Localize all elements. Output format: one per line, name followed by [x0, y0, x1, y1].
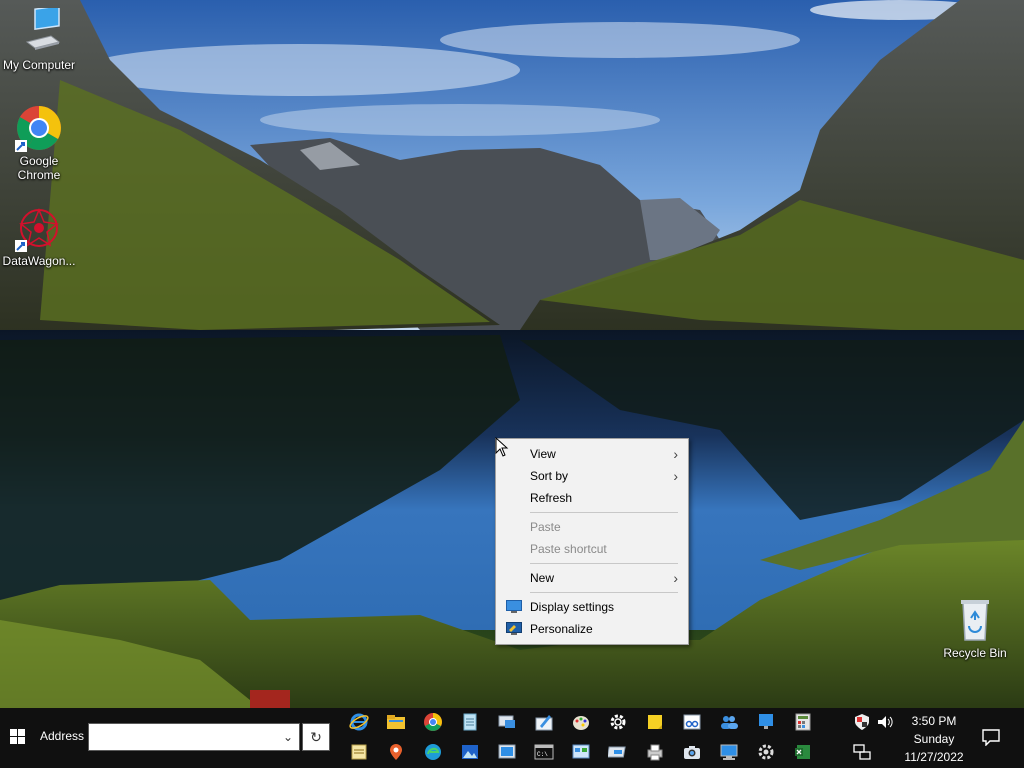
menu-item-display-settings[interactable]: Display settings [496, 596, 688, 618]
gear-icon[interactable] [756, 742, 776, 762]
calculator-icon[interactable] [793, 712, 813, 732]
address-toolbar-label: Address [40, 729, 85, 743]
settings-icon[interactable] [608, 712, 628, 732]
image-viewer-icon[interactable] [497, 742, 517, 762]
menu-item-personalize[interactable]: Personalize [496, 618, 688, 640]
menu-separator [530, 592, 678, 593]
printers-icon[interactable] [645, 742, 665, 762]
desktop-icon-label: Recycle Bin [943, 646, 1007, 660]
desktop-icon-datawagon[interactable]: DataWagon... [0, 204, 78, 268]
mouse-cursor-icon [495, 437, 509, 457]
desktop-icon-google-chrome[interactable]: Google Chrome [0, 104, 78, 182]
maps-icon[interactable] [386, 742, 406, 762]
menu-item-paste-shortcut: Paste shortcut [496, 538, 688, 560]
command-prompt-icon[interactable]: C:\ [534, 742, 554, 762]
control-panel-icon[interactable] [571, 742, 591, 762]
internet-explorer-icon[interactable] [349, 712, 369, 732]
snipping-tool-icon[interactable] [682, 712, 702, 732]
volume-icon[interactable] [876, 713, 894, 731]
svg-text:C:\: C:\ [537, 751, 548, 758]
clock-day: Sunday [913, 732, 955, 746]
desktop-icon-my-computer[interactable]: My Computer [0, 4, 78, 72]
computer-icon [15, 4, 63, 56]
menu-item-paste: Paste [496, 516, 688, 538]
network-icon[interactable] [719, 742, 739, 762]
chrome-icon[interactable] [423, 712, 443, 732]
chrome-icon [15, 104, 63, 152]
edge-icon[interactable] [423, 742, 443, 762]
display-settings-icon [506, 600, 522, 613]
notepad-icon[interactable] [460, 712, 480, 732]
chevron-right-icon: › [673, 468, 678, 484]
network-status-icon[interactable] [853, 743, 871, 761]
menu-item-label: Display settings [530, 600, 615, 614]
datawagon-icon [15, 204, 63, 252]
menu-item-new[interactable]: New › [496, 567, 688, 589]
menu-item-label: New [530, 571, 555, 585]
chevron-right-icon: › [673, 446, 678, 462]
chevron-down-icon[interactable]: ⌄ [283, 730, 293, 744]
desktop-icon-recycle-bin[interactable]: Recycle Bin [936, 596, 1014, 660]
menu-item-label: Personalize [530, 622, 593, 636]
file-explorer-icon[interactable] [386, 712, 406, 732]
paint-palette-icon[interactable] [571, 712, 591, 732]
address-input[interactable]: ⌄ [88, 723, 300, 751]
menu-separator [530, 512, 678, 513]
menu-item-label: View [530, 447, 556, 461]
sticky-notes-icon[interactable] [645, 712, 665, 732]
chevron-right-icon: › [673, 570, 678, 586]
tray-clock[interactable]: 3:50 PM Sunday 11/27/2022 [896, 712, 972, 766]
people-icon[interactable] [719, 712, 739, 732]
start-button[interactable] [0, 708, 36, 768]
windows-logo-icon [10, 729, 25, 744]
menu-item-label: Paste [530, 520, 561, 534]
desktop-icon-label: DataWagon... [2, 254, 76, 268]
address-go-button[interactable]: ↻ [302, 723, 330, 751]
clock-time: 3:50 PM [911, 714, 957, 728]
photos-icon[interactable] [460, 742, 480, 762]
remote-desktop-icon[interactable] [497, 712, 517, 732]
clock-date: 11/27/2022 [904, 750, 964, 764]
action-center-icon[interactable] [982, 728, 1000, 746]
menu-item-view[interactable]: View › [496, 443, 688, 465]
menu-item-label: Paste shortcut [530, 542, 607, 556]
menu-item-sort-by[interactable]: Sort by › [496, 465, 688, 487]
taskbar: Address ⌄ ↻ C:\ 3:50 PM Sunday 11/27/202… [0, 708, 1024, 768]
recycle-bin-icon [951, 596, 999, 644]
menu-item-label: Sort by [530, 469, 569, 483]
desktop-icon-label: Google Chrome [17, 154, 61, 182]
personalize-icon [506, 622, 522, 635]
wordpad-icon[interactable] [349, 742, 369, 762]
menu-item-label: Refresh [530, 491, 573, 505]
devices-icon[interactable] [608, 742, 628, 762]
excel-icon[interactable] [793, 742, 813, 762]
menu-item-refresh[interactable]: Refresh [496, 487, 688, 509]
desktop[interactable]: My Computer Google Chrome DataWagon... R… [0, 0, 1024, 708]
camera-icon[interactable] [682, 742, 702, 762]
desktop-context-menu: View › Sort by › Refresh Paste Paste sho… [495, 438, 689, 645]
security-shield-icon[interactable] [853, 713, 871, 731]
menu-separator [530, 563, 678, 564]
desktop-icon-label: My Computer [2, 58, 76, 72]
paint-icon[interactable] [534, 712, 554, 732]
display-icon[interactable] [756, 712, 776, 732]
